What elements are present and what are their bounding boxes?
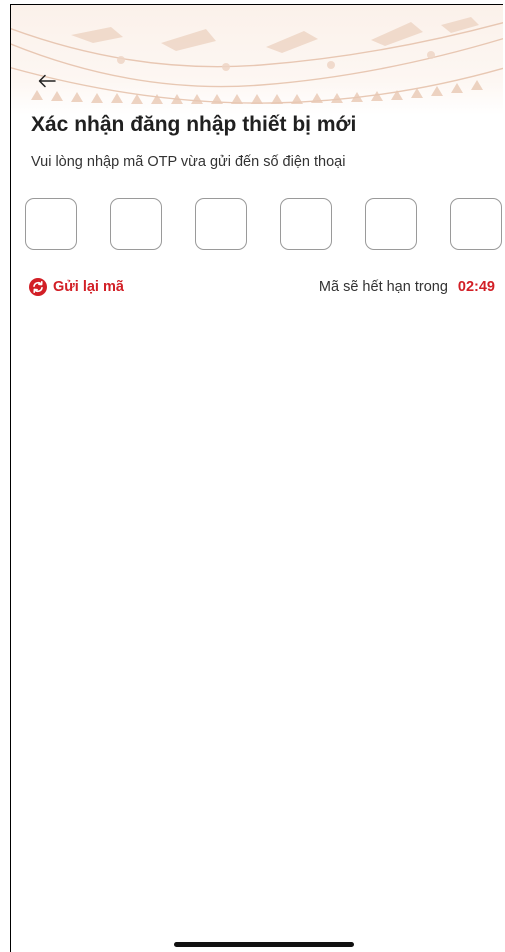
- bronze-drum-pattern: [11, 17, 503, 104]
- expiry-info: Mã sẽ hết hạn trong 02:49: [319, 279, 495, 295]
- home-indicator[interactable]: [174, 942, 354, 947]
- otp-digit-1[interactable]: [25, 198, 77, 250]
- otp-digit-5[interactable]: [365, 198, 417, 250]
- countdown-timer: 02:49: [457, 279, 495, 295]
- arrow-left-icon: [38, 74, 56, 88]
- refresh-icon: [29, 278, 47, 296]
- otp-digit-2[interactable]: [110, 198, 162, 250]
- otp-digit-4[interactable]: [280, 198, 332, 250]
- otp-digit-3[interactable]: [195, 198, 247, 250]
- resend-code-button[interactable]: Gửi lại mã: [29, 278, 124, 296]
- header-decoration: [11, 5, 503, 115]
- app-screen: Xác nhận đăng nhập thiết bị mới Vui lòng…: [10, 4, 503, 952]
- otp-instruction-text: Vui lòng nhập mã OTP vừa gửi đến số điện…: [31, 154, 346, 170]
- otp-digit-6[interactable]: [450, 198, 502, 250]
- expiry-label: Mã sẽ hết hạn trong: [318, 279, 448, 295]
- resend-code-label: Gửi lại mã: [53, 279, 124, 295]
- page-title: Xác nhận đăng nhập thiết bị mới: [31, 113, 357, 136]
- back-button[interactable]: [33, 67, 61, 95]
